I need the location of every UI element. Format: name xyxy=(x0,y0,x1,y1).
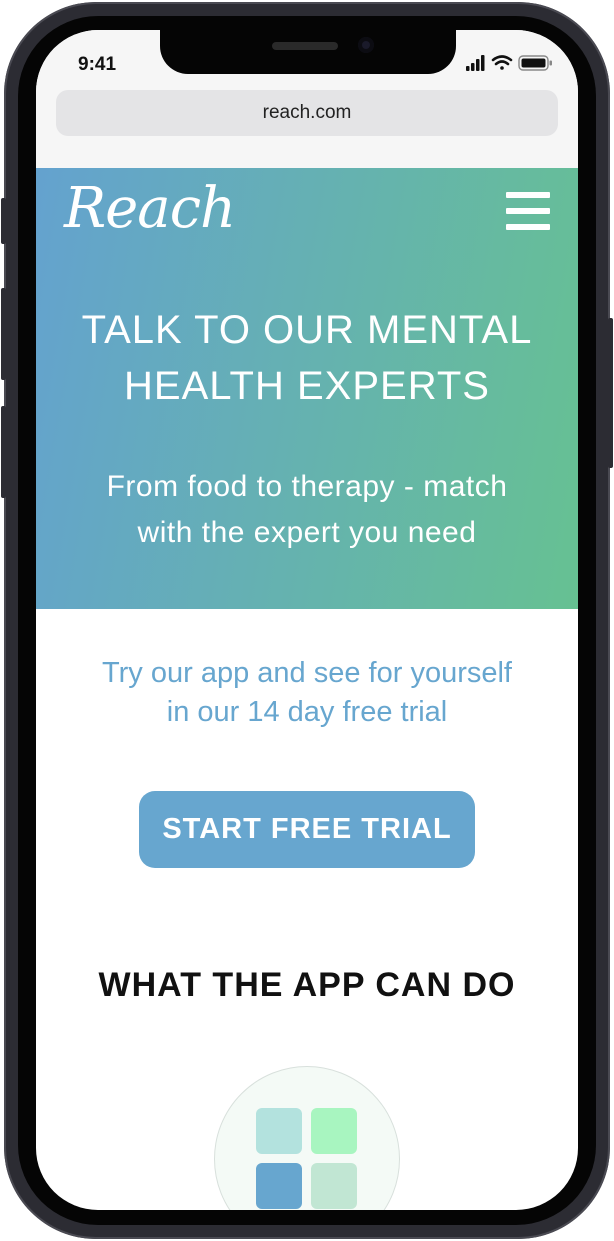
volume-up-button xyxy=(1,288,6,380)
trial-text-line-2: in our 14 day free trial xyxy=(166,696,448,728)
status-bar: 9:41 xyxy=(36,30,578,90)
grid-tile-3 xyxy=(256,1163,302,1209)
url-field[interactable]: reach.com xyxy=(56,90,558,136)
status-time: 9:41 xyxy=(78,54,117,75)
grid-tile-1 xyxy=(256,1108,302,1154)
notch xyxy=(160,30,456,74)
battery-icon xyxy=(518,55,552,71)
power-button xyxy=(608,318,613,468)
volume-down-button xyxy=(1,406,6,498)
hero-section: Reach TALK TO OUR MENTAL HEALTH EXPERTS … xyxy=(36,168,578,609)
browser-bar: reach.com xyxy=(36,90,578,169)
mute-switch xyxy=(1,198,6,244)
wifi-icon xyxy=(491,55,513,70)
app-grid-icon xyxy=(214,1066,400,1210)
hero-title-line-2: HEALTH EXPERTS xyxy=(124,364,490,408)
status-icons xyxy=(466,55,552,71)
trial-text-line-1: Try our app and see for yourself xyxy=(102,657,512,689)
hero-title-line-1: TALK TO OUR MENTAL xyxy=(81,308,533,352)
hero-subtitle-line-2: with the expert you need xyxy=(137,516,477,549)
reach-logo[interactable]: Reach xyxy=(64,176,236,241)
hero-subtitle: From food to therapy - match with the ex… xyxy=(36,464,578,556)
trial-text: Try our app and see for yourself in our … xyxy=(36,654,578,732)
hero-subtitle-line-1: From food to therapy - match xyxy=(106,470,508,503)
front-camera xyxy=(358,37,374,53)
speaker-grille xyxy=(272,42,338,50)
features-title: WHAT THE APP CAN DO xyxy=(98,966,516,1004)
phone-screen: 9:41 reach.com Reach TALK TO OUR MENTAL … xyxy=(36,30,578,1210)
grid-tile-2 xyxy=(311,1108,357,1154)
hamburger-menu-icon[interactable] xyxy=(506,192,550,230)
grid-tile-4 xyxy=(311,1163,357,1209)
signal-icon xyxy=(466,55,485,71)
hero-title: TALK TO OUR MENTAL HEALTH EXPERTS xyxy=(36,302,578,414)
start-free-trial-button[interactable]: START FREE TRIAL xyxy=(139,791,475,868)
